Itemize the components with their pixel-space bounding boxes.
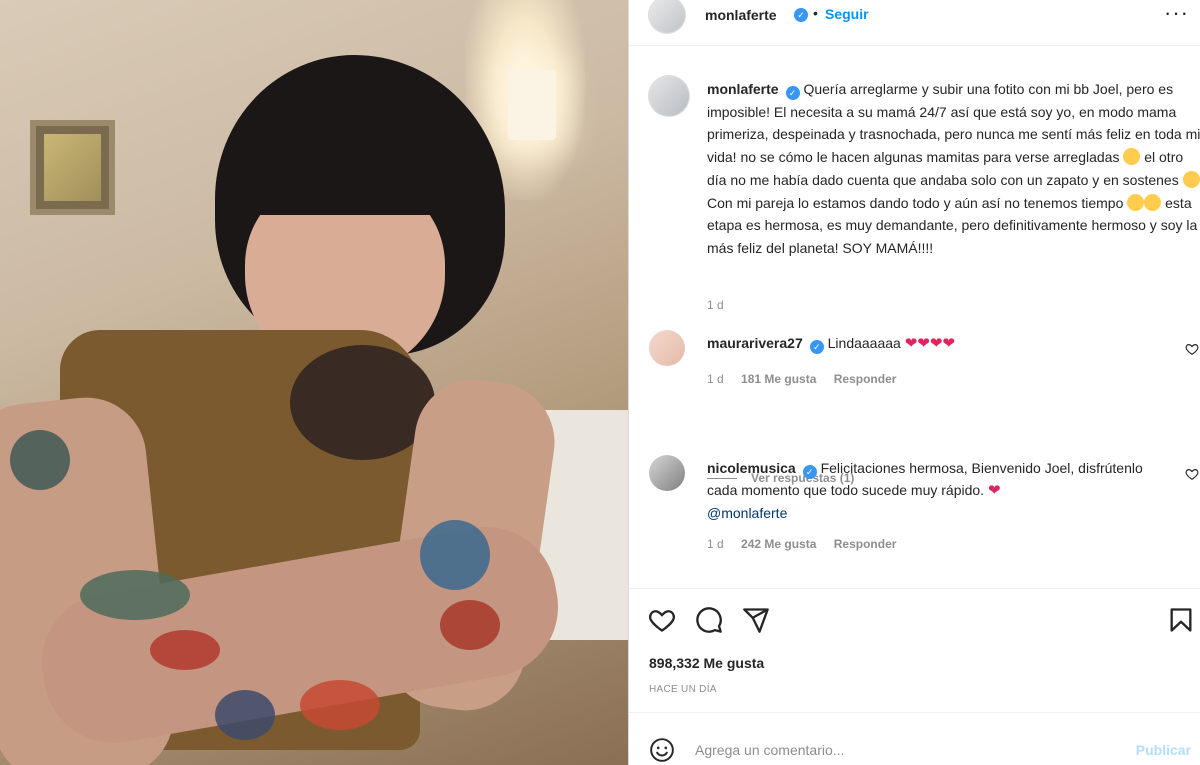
verified-icon: ✓: [809, 340, 824, 354]
caption-username[interactable]: monlaferte: [707, 81, 779, 97]
comment-time: 1 d: [707, 537, 724, 551]
commenter-avatar[interactable]: [649, 330, 685, 366]
comment-input[interactable]: [695, 737, 1115, 763]
tattoo: [215, 690, 275, 740]
woman-bangs: [250, 140, 465, 215]
verified-icon: ✓: [794, 8, 808, 22]
wall-frame: [30, 120, 115, 215]
reply-button[interactable]: Responder: [834, 537, 897, 551]
follow-button[interactable]: Seguir: [825, 6, 869, 22]
share-icon[interactable]: [742, 606, 770, 634]
bookmark-icon[interactable]: [1167, 606, 1195, 634]
commenter-avatar[interactable]: [649, 455, 685, 491]
comment-text: maurarivera27 ✓ Lindaaaaaa ❤❤❤❤: [707, 332, 1167, 355]
tattoo: [420, 520, 490, 590]
tired-face-emoji-icon: [1127, 193, 1145, 211]
crying-laughing-emoji-icon: [1144, 193, 1162, 211]
reply-button[interactable]: Responder: [834, 372, 897, 386]
more-icon[interactable]: ···: [1164, 0, 1189, 26]
tattoo: [80, 570, 190, 620]
caption-text-part: Con mi pareja lo estamos dando todo y aú…: [707, 194, 1128, 211]
header-divider: [629, 45, 1200, 46]
post-action-bar: [629, 600, 1200, 640]
mention-link[interactable]: @monlaferte: [707, 505, 787, 521]
comment-username[interactable]: maurarivera27: [707, 335, 803, 351]
separator-dot: •: [813, 5, 818, 21]
likes-count[interactable]: 898,332 Me gusta: [649, 655, 764, 671]
tattoo: [150, 630, 220, 670]
post-photo[interactable]: [0, 0, 628, 765]
tattoo: [440, 600, 500, 650]
rofl-emoji-icon: [1182, 170, 1200, 188]
red-heart-emoji-icon: ❤❤❤❤: [904, 335, 955, 352]
comments-scroll-area[interactable]: monlaferte ✓ Quería arreglarme y subir un…: [629, 60, 1200, 585]
caption-text: monlaferte ✓ Quería arreglarme y subir un…: [707, 78, 1200, 260]
actions-divider: [629, 588, 1200, 589]
like-comment-heart-icon[interactable]: [1185, 342, 1199, 356]
caption-avatar[interactable]: [649, 76, 689, 116]
author-avatar[interactable]: [649, 0, 685, 33]
publish-button[interactable]: Publicar: [1136, 742, 1191, 758]
post-header: monlaferte ✓ • Seguir ···: [629, 0, 1200, 33]
smile-icon[interactable]: [649, 737, 675, 763]
comment-username[interactable]: nicolemusica: [707, 460, 796, 476]
flushed-face-emoji-icon: [1123, 148, 1141, 166]
caption-time: 1 d: [707, 298, 724, 312]
tattoo: [10, 430, 70, 490]
author-username[interactable]: monlaferte: [705, 7, 777, 23]
comment-icon[interactable]: [695, 606, 723, 634]
heart-icon[interactable]: [648, 606, 676, 634]
red-heart-emoji-icon: ❤: [987, 482, 1001, 499]
comment-message: Lindaaaaaa: [827, 335, 901, 351]
verified-icon: ✓: [785, 86, 800, 100]
add-comment-bar: Publicar: [629, 712, 1200, 765]
comment-actions: 1 d 181 Me gusta Responder: [707, 372, 910, 386]
comment-likes[interactable]: 181 Me gusta: [741, 372, 816, 386]
comment-likes[interactable]: 242 Me gusta: [741, 537, 816, 551]
tattoo: [300, 680, 380, 730]
comment-text: nicolemusica ✓ Felicitaciones hermosa, Bi…: [707, 457, 1167, 524]
comment-time: 1 d: [707, 372, 724, 386]
post-time: HACE UN DÍA: [649, 684, 717, 695]
like-comment-heart-icon[interactable]: [1185, 467, 1199, 481]
post-details-panel: monlaferte ✓ • Seguir ··· monlaferte ✓ Qu…: [628, 0, 1200, 765]
comment-actions: 1 d 242 Me gusta Responder: [707, 537, 910, 551]
wall-lamp: [508, 70, 556, 140]
verified-icon: ✓: [802, 465, 817, 479]
